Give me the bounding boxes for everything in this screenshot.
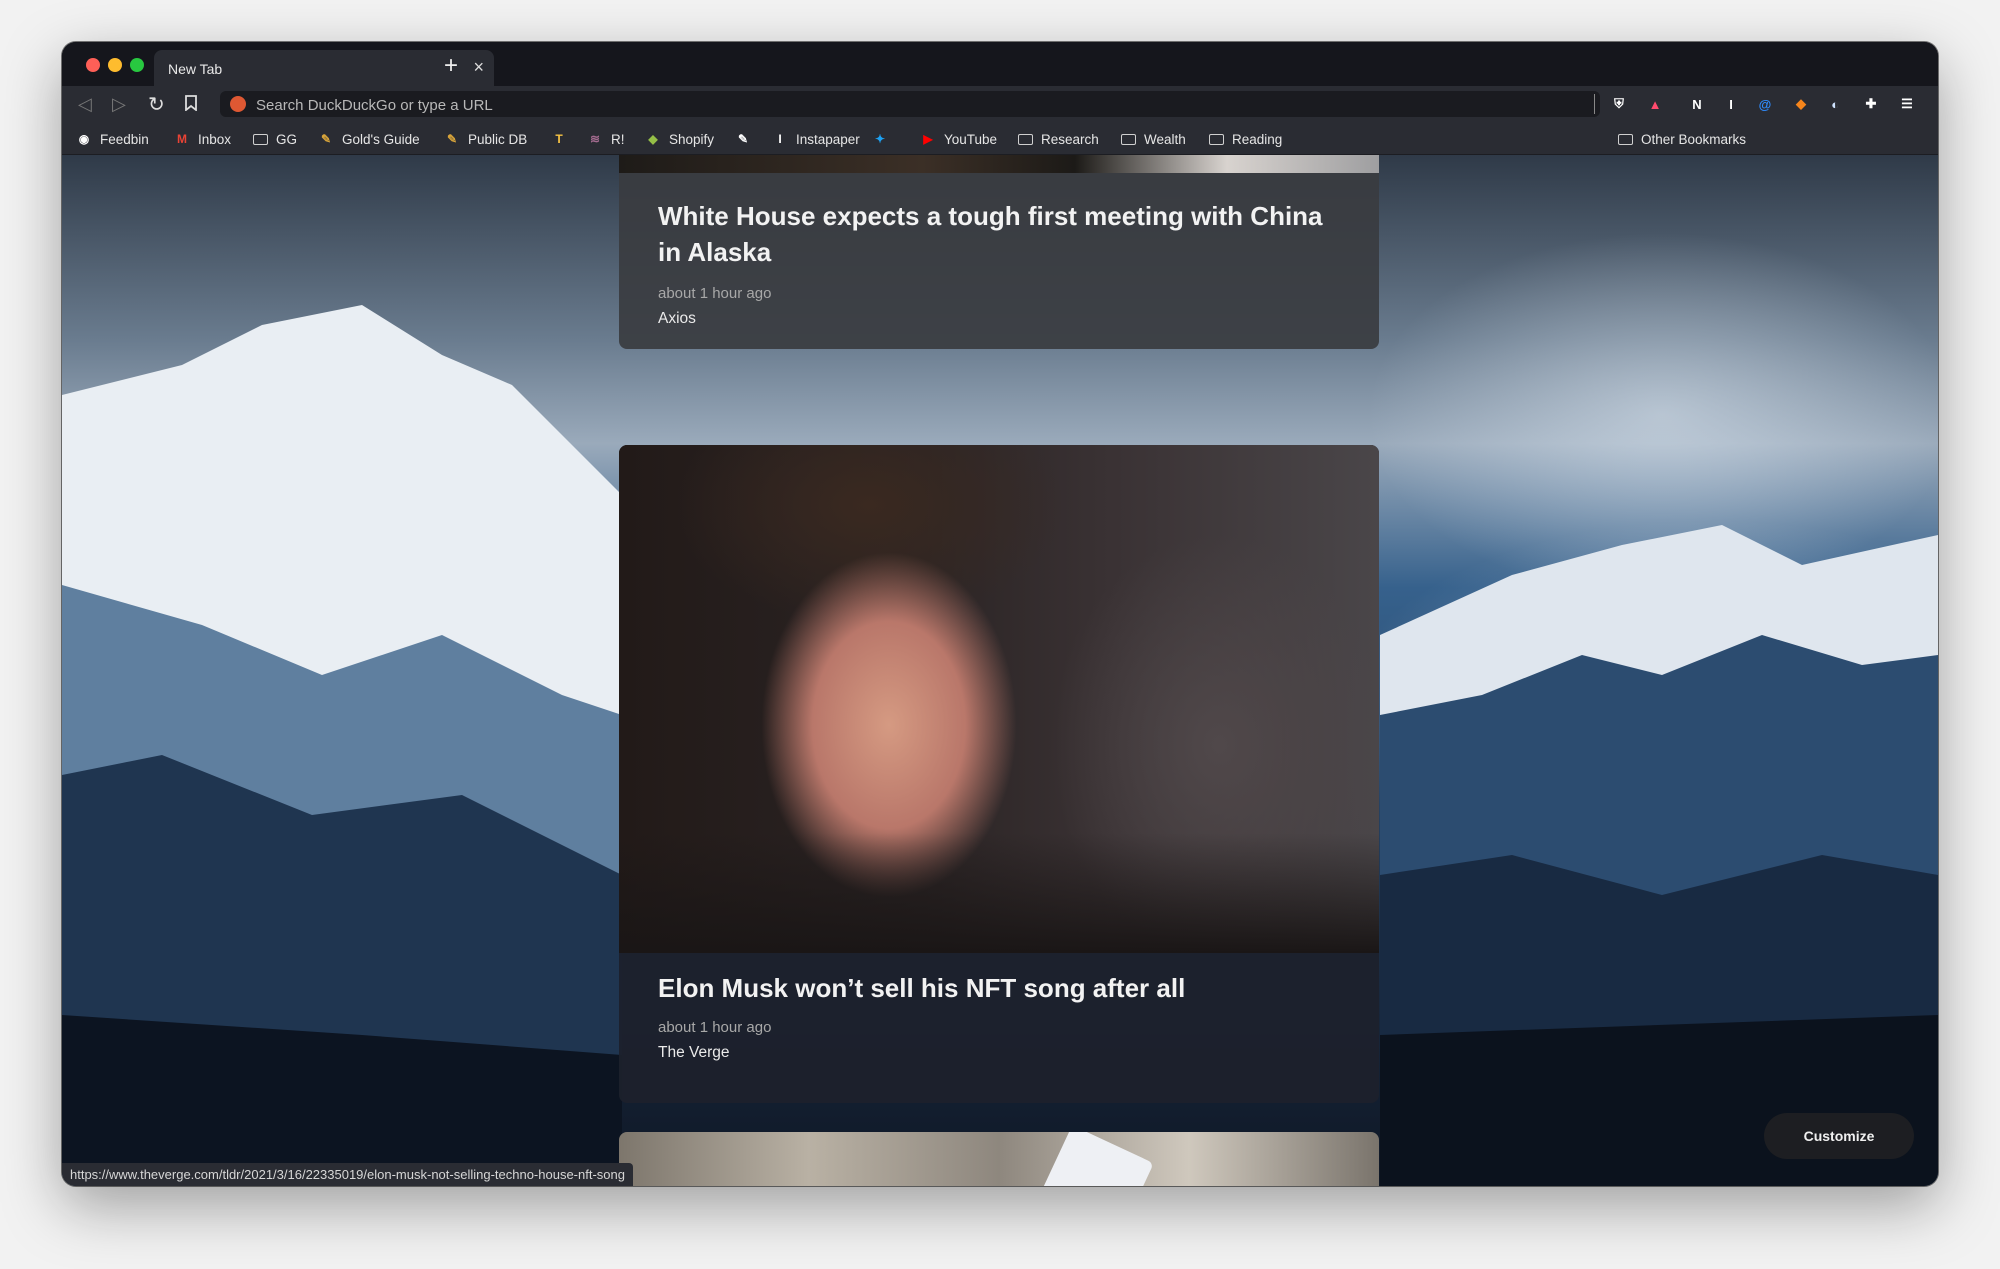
bookmark-label: Research: [1041, 131, 1099, 147]
bookmark-label: R!: [611, 131, 625, 147]
tab-new-tab[interactable]: New Tab ×: [154, 50, 494, 86]
bookmark-item[interactable]: I Instapaper: [772, 130, 860, 148]
shopify-icon: ◆: [648, 132, 658, 146]
ethereum-icon[interactable]: @: [1755, 94, 1775, 114]
youtube-icon: ▶: [923, 132, 933, 146]
customize-button[interactable]: Customize: [1764, 1113, 1914, 1159]
twitter-icon: ✦: [874, 132, 886, 146]
bookmark-label: Reading: [1232, 131, 1283, 147]
bookmark-item[interactable]: ✎ Gold's Guide: [318, 130, 420, 148]
bookmark-item[interactable]: Wealth: [1120, 130, 1186, 148]
news-time: about 1 hour ago: [658, 285, 772, 302]
news-card[interactable]: White House expects a tough first meetin…: [619, 155, 1379, 349]
browser-window: New Tab × + ◁ ▷ ↻ ⛨▲NI@◆◐✚☰ ◉FeedbinMInb…: [62, 42, 1938, 1186]
bookmark-item[interactable]: ◉ Feedbin: [76, 130, 149, 148]
other-bookmarks-label: Other Bookmarks: [1641, 131, 1747, 147]
bookmark-label: Gold's Guide: [342, 131, 420, 147]
toolbar-divider: [1594, 94, 1595, 114]
bookmark-item[interactable]: GG: [252, 130, 297, 148]
bookmark-label: Instapaper: [796, 131, 860, 147]
bookmark-item[interactable]: Reading: [1208, 130, 1282, 148]
tab-strip: New Tab × +: [62, 42, 1938, 86]
new-tab-button[interactable]: +: [444, 52, 458, 80]
news-source: The Verge: [658, 1044, 730, 1061]
minimize-window-button[interactable]: [108, 58, 122, 72]
pencil-icon: ✎: [446, 132, 458, 146]
news-time: about 1 hour ago: [658, 1019, 772, 1036]
address-bar[interactable]: [220, 91, 1600, 117]
bookmark-item[interactable]: M Inbox: [174, 130, 231, 148]
folder-icon: [1017, 132, 1033, 146]
gmail-icon: M: [177, 132, 187, 146]
bookmark-item[interactable]: Research: [1017, 130, 1099, 148]
forward-icon[interactable]: ▷: [112, 94, 126, 115]
brave-shield-icon[interactable]: ⛨: [1609, 94, 1629, 114]
news-source: Axios: [658, 310, 696, 327]
bookmark-label: GG: [276, 131, 298, 147]
metamask-icon[interactable]: ◆: [1791, 94, 1811, 114]
bookmark-item[interactable]: ▶ YouTube: [920, 130, 997, 148]
folder-icon: [1208, 132, 1224, 146]
bookmark-label: Wealth: [1144, 131, 1186, 147]
notion-icon[interactable]: N: [1687, 94, 1707, 114]
bookmark-item[interactable]: ✦: [872, 130, 896, 148]
t-logo-icon: T: [555, 132, 563, 146]
robinhood-icon: ✎: [737, 132, 749, 146]
instapaper-icon[interactable]: I: [1721, 94, 1741, 114]
bookmark-label: Inbox: [198, 131, 232, 147]
bookmark-item[interactable]: ✎: [735, 130, 759, 148]
bookmarks-bar: ◉ Feedbin M Inbox GG ✎ Gold's Guide ✎ Public DB T…: [62, 122, 1938, 155]
instapaper-icon: I: [778, 132, 782, 146]
feedbin-icon: ◉: [78, 132, 90, 146]
bookmark-label: YouTube: [944, 131, 998, 147]
status-url: https://www.theverge.com/tldr/2021/3/16/…: [62, 1163, 633, 1186]
pencil-icon: ✎: [320, 132, 332, 146]
new-tab-page: White House expects a tough first meetin…: [62, 155, 1938, 1186]
other-bookmarks[interactable]: Other Bookmarks: [1617, 130, 1746, 148]
bookmark-label: Shopify: [669, 131, 715, 147]
duckduckgo-icon: [230, 96, 246, 112]
bookmark-label: Feedbin: [100, 131, 149, 147]
news-image: [619, 445, 1379, 953]
news-title[interactable]: White House expects a tough first meetin…: [658, 198, 1348, 270]
globe-icon[interactable]: ◐: [1825, 94, 1845, 114]
tab-title: New Tab: [168, 61, 223, 77]
bookmark-item[interactable]: ✎ Public DB: [444, 130, 527, 148]
close-window-button[interactable]: [86, 58, 100, 72]
news-image: [1034, 1132, 1154, 1186]
news-title[interactable]: Elon Musk won’t sell his NFT song after …: [658, 970, 1348, 1006]
back-icon[interactable]: ◁: [78, 94, 92, 115]
folder-icon: [252, 132, 268, 146]
url-input[interactable]: [254, 93, 1558, 117]
bookmark-item[interactable]: T: [551, 130, 575, 148]
news-image: [619, 155, 1379, 173]
brave-rewards-icon[interactable]: ▲: [1645, 94, 1665, 114]
folder-icon: [1617, 132, 1633, 146]
folder-icon: [1120, 132, 1136, 146]
menu-icon[interactable]: ☰: [1897, 94, 1917, 114]
bookmark-item[interactable]: ≋ R!: [587, 130, 625, 148]
bookmark-page-icon[interactable]: [184, 94, 198, 112]
rank-icon: ≋: [589, 132, 601, 146]
close-icon[interactable]: ×: [473, 57, 484, 78]
zoom-window-button[interactable]: [130, 58, 144, 72]
reload-icon[interactable]: ↻: [148, 92, 165, 117]
bookmark-item[interactable]: ◆ Shopify: [645, 130, 714, 148]
news-card[interactable]: [619, 1132, 1379, 1186]
news-card[interactable]: Elon Musk won’t sell his NFT song after …: [619, 445, 1379, 1103]
puzzle-icon[interactable]: ✚: [1861, 94, 1881, 114]
bookmark-label: Public DB: [468, 131, 528, 147]
